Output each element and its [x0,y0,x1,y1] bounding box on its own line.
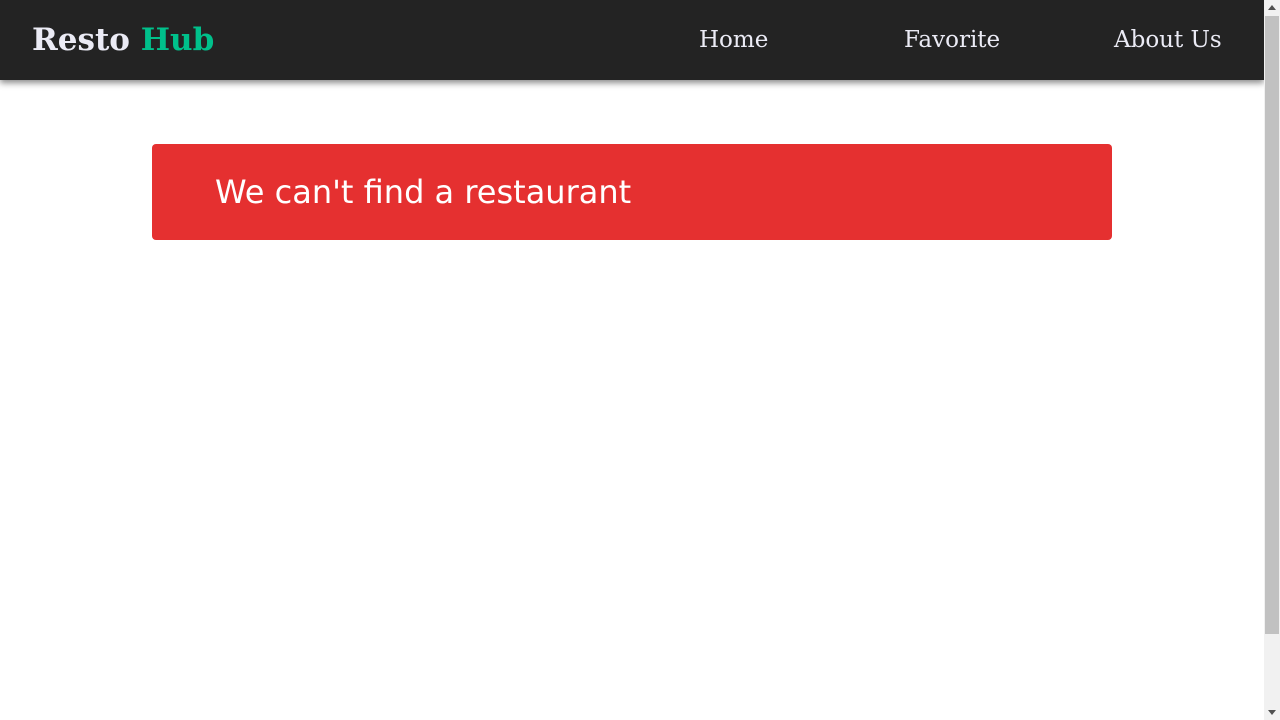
app-viewport: Resto Hub Home Favorite About Us We can'… [0,0,1280,720]
brand-logo[interactable]: Resto Hub [32,0,214,80]
scroll-down-arrow-icon[interactable] [1264,704,1280,720]
app-header: Resto Hub Home Favorite About Us [0,0,1264,80]
nav-link-home[interactable]: Home [699,0,768,80]
nav-link-about-us[interactable]: About Us [1114,0,1222,80]
brand-name-accent: Hub [140,22,215,58]
nav-link-favorite[interactable]: Favorite [904,0,1000,80]
error-alert-message: We can't find a restaurant [215,173,632,211]
brand-name-primary: Resto [32,22,130,58]
error-alert: We can't find a restaurant [152,144,1112,240]
scroll-up-arrow-icon[interactable] [1264,0,1280,16]
vertical-scrollbar[interactable] [1264,0,1280,720]
scrollbar-thumb[interactable] [1265,16,1279,634]
